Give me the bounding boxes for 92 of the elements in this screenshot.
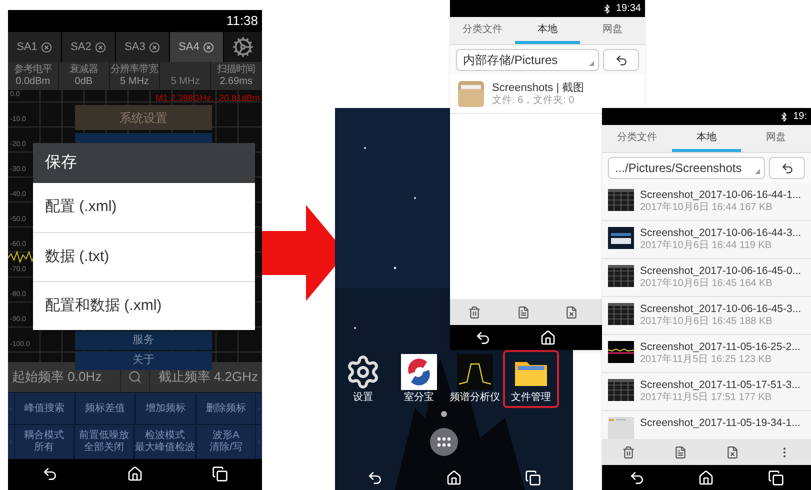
app-shortcut[interactable]: 频谱分析仪 xyxy=(447,350,503,408)
bluetooth-icon xyxy=(779,112,790,122)
menu-option[interactable]: 数据 (.txt) xyxy=(33,232,255,281)
delete-icon[interactable] xyxy=(622,446,635,458)
back-icon xyxy=(614,54,628,66)
tab[interactable]: SA1 xyxy=(8,32,62,62)
param-value: 5 MHz xyxy=(170,76,200,88)
app-shortcut[interactable]: 文件管理 xyxy=(503,350,559,408)
spectrum-icon xyxy=(457,354,493,390)
menu-item[interactable]: 服务 xyxy=(75,331,212,350)
file-info: 2017年11月5日 17:51 177 KB xyxy=(640,392,773,404)
recents-icon[interactable] xyxy=(768,470,784,486)
cut-icon[interactable] xyxy=(726,446,740,458)
close-icon xyxy=(95,42,106,52)
close-icon xyxy=(149,42,160,52)
bluetooth-icon xyxy=(602,4,612,14)
home-icon[interactable] xyxy=(126,466,143,482)
tab[interactable]: 网盘 xyxy=(741,125,811,152)
file-row[interactable]: Screenshot_2017-10-06-16-45-0... 2017年10月6日 16:45 164 KB xyxy=(602,259,811,297)
settings-icon[interactable] xyxy=(232,36,254,58)
folder-info: 文件: 6，文件夹: 0 xyxy=(492,94,576,106)
status-time: 19:34 xyxy=(616,2,641,16)
file-row[interactable]: Screenshot_2017-11-05-17-51-3... 2017年11月5日 17:51 177 KB xyxy=(602,373,811,411)
file-info: 2017年10月6日 16:44 167 KB xyxy=(640,202,774,214)
back-button[interactable] xyxy=(603,49,639,71)
file-row[interactable]: Screenshot_2017-10-06-16-44-1... 2017年10月6日 16:44 167 KB xyxy=(602,183,811,221)
copy-icon[interactable] xyxy=(516,306,530,318)
close-icon xyxy=(41,42,52,52)
file-info: 2017年10月6日 16:45 188 KB xyxy=(640,316,774,328)
param-label: 扫描时间 xyxy=(217,64,256,76)
path-field[interactable]: 内部存储/Pictures xyxy=(456,49,599,71)
start-frequency: 起始频率 0.0Hz xyxy=(11,368,103,386)
folder-name: Screenshots | 截图 xyxy=(492,82,584,94)
status-time: 11:38 xyxy=(226,12,258,30)
dialog-title: 保存 xyxy=(33,143,255,183)
delete-icon[interactable] xyxy=(468,306,481,318)
menu-option[interactable]: 配置和数据 (.xml) xyxy=(33,281,255,330)
param-value: 2.69ms xyxy=(220,76,252,88)
param-value: 0.0dBm xyxy=(16,76,50,88)
tab[interactable]: SA2 xyxy=(62,32,116,62)
home-icon[interactable] xyxy=(446,470,462,486)
path-field[interactable]: .../Pictures/Screenshots xyxy=(608,157,765,179)
stop-frequency: 截止频率 4.2GHz xyxy=(157,368,259,386)
home-icon[interactable] xyxy=(540,330,556,346)
recents-icon[interactable] xyxy=(212,466,228,482)
recents-icon[interactable] xyxy=(525,470,542,486)
corner-mark-icon xyxy=(755,169,760,174)
app-shortcut[interactable]: 设置 xyxy=(335,350,391,408)
back-icon[interactable] xyxy=(628,470,645,486)
search-icon[interactable] xyxy=(128,370,142,384)
file-row[interactable]: Screenshot_2017-10-06-16-44-3... 2017年10月6日 16:44 119 KB xyxy=(602,221,811,259)
file-row[interactable]: Screenshot_2017-11-05-16-25-2... 2017年11月5日 16:25 123 KB xyxy=(602,335,811,373)
file-name: Screenshot_2017-11-05-17-51-3... xyxy=(640,379,800,392)
param-label: 衰减器 xyxy=(69,64,98,76)
back-icon[interactable] xyxy=(366,470,383,486)
tab[interactable]: 网盘 xyxy=(580,17,645,44)
corner-mark-icon xyxy=(589,61,594,66)
back-icon xyxy=(780,162,794,174)
tab[interactable]: SA4 xyxy=(170,32,224,62)
file-name: Screenshot_2017-11-05-19-34-1... xyxy=(640,417,800,430)
tab[interactable]: SA3 xyxy=(116,32,170,62)
back-icon[interactable] xyxy=(42,466,58,482)
file-name: Screenshot_2017-10-06-16-45-3... xyxy=(640,303,802,316)
menu-item[interactable]: 关于 xyxy=(75,351,212,370)
cut-icon[interactable] xyxy=(565,306,578,318)
copy-icon[interactable] xyxy=(674,446,687,458)
file-name: Screenshot_2017-11-05-16-25-2... xyxy=(640,341,800,354)
tab[interactable]: 分类文件 xyxy=(450,17,515,44)
menu-option[interactable]: 配置 (.xml) xyxy=(33,183,255,232)
home-icon[interactable] xyxy=(698,470,714,486)
tab[interactable]: 分类文件 xyxy=(602,125,672,152)
gear-icon xyxy=(345,354,381,390)
param-label: 分辨率带宽 xyxy=(110,64,158,76)
folder-icon xyxy=(458,81,484,107)
app-drawer-icon[interactable] xyxy=(430,428,458,456)
close-icon xyxy=(203,42,214,52)
file-info: 2017年10月6日 16:44 119 KB xyxy=(640,240,773,252)
file-name: Screenshot_2017-10-06-16-44-3... xyxy=(640,227,802,240)
status-time: 19: xyxy=(793,110,807,124)
marker-reading: M1 2.398GHz, -20.81dBm xyxy=(155,92,260,105)
param-value: 0dB xyxy=(74,76,93,88)
back-icon[interactable] xyxy=(474,330,490,346)
file-name: Screenshot_2017-10-06-16-44-1... xyxy=(640,189,802,202)
param-value: 5 MHz xyxy=(120,76,149,88)
file-info: 2017年10月6日 16:45 164 KB xyxy=(640,278,774,290)
param-label: 参考电平 xyxy=(14,64,52,76)
file-info: 2017年11月5日 16:25 123 KB xyxy=(640,354,773,366)
back-button[interactable] xyxy=(769,157,805,179)
app-shortcut[interactable]: 室分宝 xyxy=(391,350,447,408)
file-row[interactable]: Screenshot_2017-10-06-16-45-3... 2017年10月6日 16:45 188 KB xyxy=(602,297,811,335)
file-name: Screenshot_2017-10-06-16-45-0... xyxy=(640,265,802,278)
logo-icon xyxy=(401,354,437,390)
